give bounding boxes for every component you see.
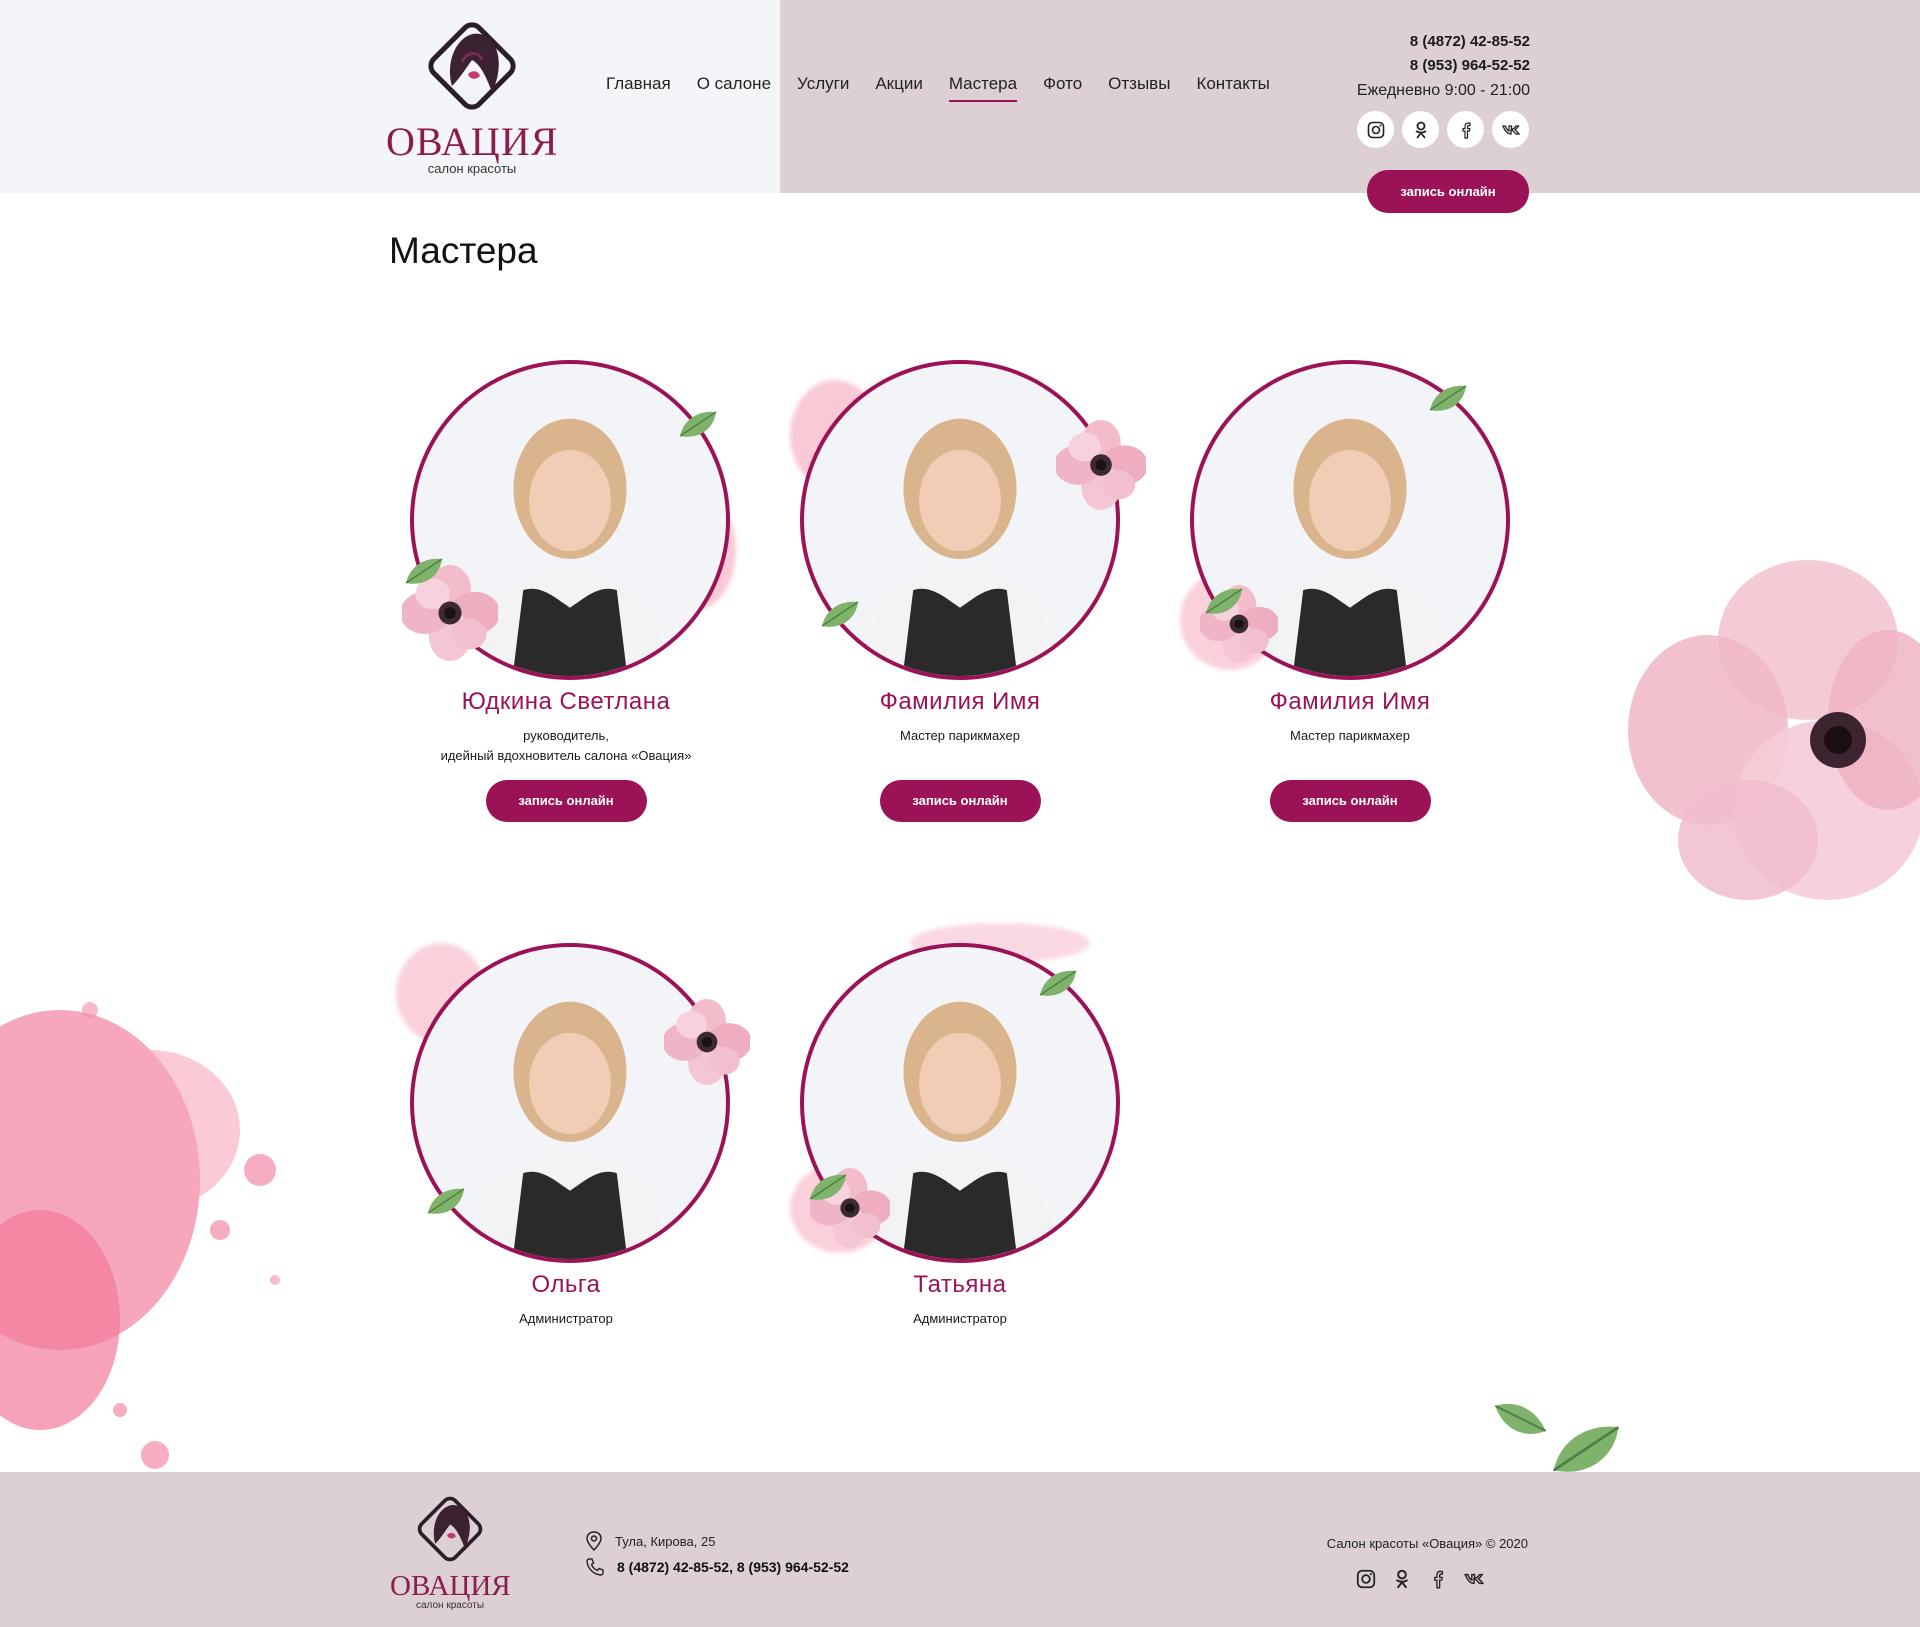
master-name: Юдкина Светлана [461,688,671,715]
nav-item-home[interactable]: Главная [606,74,671,100]
footer-contacts: Тула, Кирова, 25 8 (4872) 42-85-52, 8 (9… [585,1528,849,1580]
master-card: Ольга Администратор [396,923,750,1329]
logo-subtitle: салон красоты [427,161,517,176]
instagram-icon[interactable] [1355,1568,1377,1590]
leaf-decoration [821,600,859,628]
vk-icon[interactable] [1463,1568,1485,1590]
master-role: Администратор [396,1309,736,1329]
master-role: Мастер парикмахер [1180,726,1520,746]
master-photo-frame [1180,340,1520,680]
flower-decoration [664,999,750,1085]
nav-item-services[interactable]: Услуги [797,74,849,100]
master-role: Мастер парикмахер [790,726,1130,746]
logo-name: ОВАЦИЯ [386,119,559,164]
flower-decoration [1056,420,1146,510]
leaf-decoration [1205,587,1243,615]
nav-item-promotions[interactable]: Акции [875,74,923,100]
nav-item-reviews[interactable]: Отзывы [1108,74,1170,100]
master-name: Татьяна [913,1271,1007,1298]
footer-phones[interactable]: 8 (4872) 42-85-52, 8 (953) 964-52-52 [617,1559,849,1575]
master-role-line: Мастер парикмахер [1289,728,1410,743]
footer-phone-row: 8 (4872) 42-85-52, 8 (953) 964-52-52 [585,1554,849,1580]
facebook-icon[interactable] [1447,111,1484,148]
book-master-button[interactable]: запись онлайн [879,780,1041,822]
master-photo [800,360,1120,680]
watercolor-splash-decoration [0,1002,280,1469]
leaves-decoration [1493,1395,1620,1474]
site-header: ОВАЦИЯ салон красоты Главная О салоне Ус… [0,0,1920,213]
master-card: Юдкина Светлана руководитель, идейный вд… [396,340,736,822]
phone-icon [586,1558,604,1576]
leaf-decoration [809,1173,847,1201]
footer-logo-subtitle: салон красоты [415,1600,485,1611]
logo-emblem-icon [428,22,516,110]
facebook-icon[interactable] [1427,1568,1449,1590]
book-master-button[interactable]: запись онлайн [485,780,647,822]
main-nav: Главная О салоне Услуги Акции Мастера Фо… [606,74,1270,102]
master-role-line: Мастер парикмахер [899,728,1020,743]
logo-emblem-icon [417,1496,483,1562]
footer-copyright: Салон красоты «Овация» © 2020 [1326,1536,1528,1551]
leaf-decoration [679,410,717,438]
odnoklassniki-icon[interactable] [1391,1568,1413,1590]
footer-logo-name: ОВАЦИЯ [390,1570,511,1602]
master-role-line: Администратор [519,1311,613,1326]
footer-address-row: Тула, Кирова, 25 [585,1528,849,1554]
location-pin-icon [586,1531,602,1551]
nav-item-contacts[interactable]: Контакты [1196,74,1269,100]
master-role: руководитель, идейный вдохновитель салон… [396,726,736,766]
master-card: Фамилия Имя Мастер парикмахер запись онл… [790,340,1146,822]
vk-icon[interactable] [1492,111,1529,148]
master-name: Фамилия Имя [1269,688,1431,715]
odnoklassniki-icon[interactable] [1402,111,1439,148]
master-photo-frame [790,340,1146,680]
master-role-line: Администратор [913,1311,1007,1326]
header-contacts: 8 (4872) 42-85-52 8 (953) 964-52-52 Ежед… [1357,30,1530,104]
book-online-button[interactable]: запись онлайн [1367,170,1529,213]
site-footer: ОВАЦИЯ салон красоты [0,1472,1920,1627]
header-phone-1[interactable]: 8 (4872) 42-85-52 [1357,30,1530,54]
master-name: Фамилия Имя [879,688,1041,715]
master-photo-frame [790,923,1130,1263]
header-socials [1357,111,1529,148]
master-role-line: идейный вдохновитель салона «Овация» [440,748,692,763]
master-card: Татьяна Администратор [790,923,1130,1329]
instagram-icon[interactable] [1357,111,1394,148]
leaf-decoration [405,557,443,585]
site-logo[interactable]: ОВАЦИЯ салон красоты [386,16,558,176]
master-role-line: руководитель, [523,728,609,743]
large-flower-decoration [1628,560,1920,900]
footer-socials [1355,1568,1485,1590]
master-name: Ольга [531,1271,601,1298]
header-phone-2[interactable]: 8 (953) 964-52-52 [1357,54,1530,78]
nav-item-masters[interactable]: Мастера [948,74,1018,102]
working-hours: Ежедневно 9:00 - 21:00 [1356,82,1530,99]
leaf-decoration [427,1187,465,1215]
page-title: Мастера [389,230,538,271]
master-photo-frame [396,923,750,1263]
master-card: Фамилия Имя Мастер парикмахер запись онл… [1180,340,1520,822]
nav-item-photo[interactable]: Фото [1043,74,1082,100]
book-master-button[interactable]: запись онлайн [1269,780,1431,822]
master-role: Администратор [790,1309,1130,1329]
footer-address: Тула, Кирова, 25 [615,1533,716,1549]
nav-item-about[interactable]: О салоне [697,74,771,100]
footer-logo[interactable]: ОВАЦИЯ салон красоты [390,1492,511,1612]
leaf-decoration [1429,384,1467,412]
leaf-decoration [1039,969,1077,997]
master-photo-frame [396,340,736,680]
